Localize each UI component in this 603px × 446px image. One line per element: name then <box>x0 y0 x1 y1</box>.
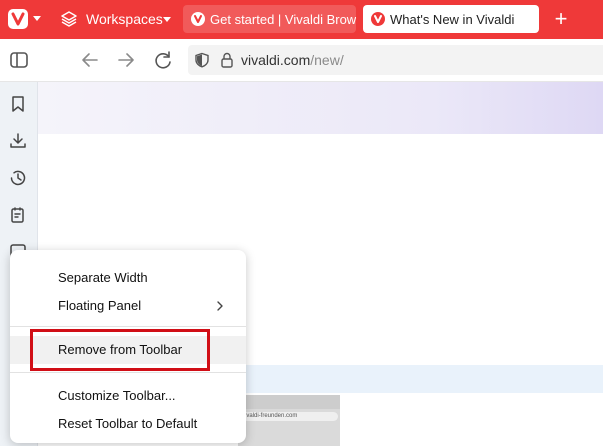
address-bar-row: vivaldi.com/new/ <box>0 39 603 82</box>
reload-icon[interactable] <box>152 49 174 71</box>
chevron-down-icon <box>163 17 171 22</box>
menu-item-reset-toolbar[interactable]: Reset Toolbar to Default <box>10 410 246 438</box>
vivaldi-v-icon <box>11 12 25 26</box>
menu-item-label: Separate Width <box>58 270 148 285</box>
url-text: vivaldi.com/new/ <box>241 52 344 68</box>
url-field[interactable]: vivaldi.com/new/ <box>188 45 603 75</box>
bookmarks-icon[interactable] <box>8 94 28 114</box>
chevron-down-icon <box>33 16 41 21</box>
notes-icon[interactable] <box>8 205 28 225</box>
tab-get-started[interactable]: Get started | Vivaldi Browse <box>183 5 356 33</box>
thumbnail-url-text: vivaldi-freunden.com <box>242 412 338 421</box>
tab-title: What's New in Vivaldi <box>390 12 515 27</box>
vivaldi-menu-button[interactable] <box>0 0 50 39</box>
menu-item-separate-width[interactable]: Separate Width <box>10 264 246 292</box>
tab-title: Get started | Vivaldi Browse <box>210 12 356 27</box>
menu-item-label: Floating Panel <box>58 298 142 313</box>
tab-whats-new[interactable]: What's New in Vivaldi <box>363 5 539 33</box>
menu-separator <box>10 372 246 373</box>
lock-icon[interactable] <box>220 52 234 68</box>
panel-toggle-icon[interactable] <box>8 49 30 71</box>
url-path: /new/ <box>310 52 344 68</box>
menu-item-label: Customize Toolbar... <box>58 388 176 403</box>
tab-bar: Workspaces Get started | Vivaldi Browse … <box>0 0 603 39</box>
forward-arrow-icon[interactable] <box>115 49 137 71</box>
menu-item-floating-panel[interactable]: Floating Panel <box>10 292 246 320</box>
thumbnail-toolbar <box>238 395 340 409</box>
menu-separator <box>10 326 246 327</box>
shield-icon[interactable] <box>194 52 210 68</box>
vivaldi-v-icon <box>374 15 382 23</box>
workspaces-button[interactable]: Workspaces <box>56 5 178 33</box>
chevron-right-icon <box>217 301 223 311</box>
page-screenshot-thumbnail: vivaldi-freunden.com <box>238 395 340 446</box>
new-tab-button[interactable]: + <box>548 6 574 32</box>
menu-item-customize-toolbar[interactable]: Customize Toolbar... <box>10 382 246 410</box>
menu-item-label: Reset Toolbar to Default <box>58 416 198 431</box>
page-hero-banner <box>38 82 603 134</box>
workspaces-label: Workspaces <box>86 11 163 27</box>
history-icon[interactable] <box>8 168 28 188</box>
url-host: vivaldi.com <box>241 52 311 68</box>
highlight-box <box>30 329 210 371</box>
back-arrow-icon[interactable] <box>79 49 101 71</box>
vivaldi-v-icon <box>194 15 202 23</box>
downloads-icon[interactable] <box>8 131 28 151</box>
workspaces-icon <box>61 11 77 27</box>
